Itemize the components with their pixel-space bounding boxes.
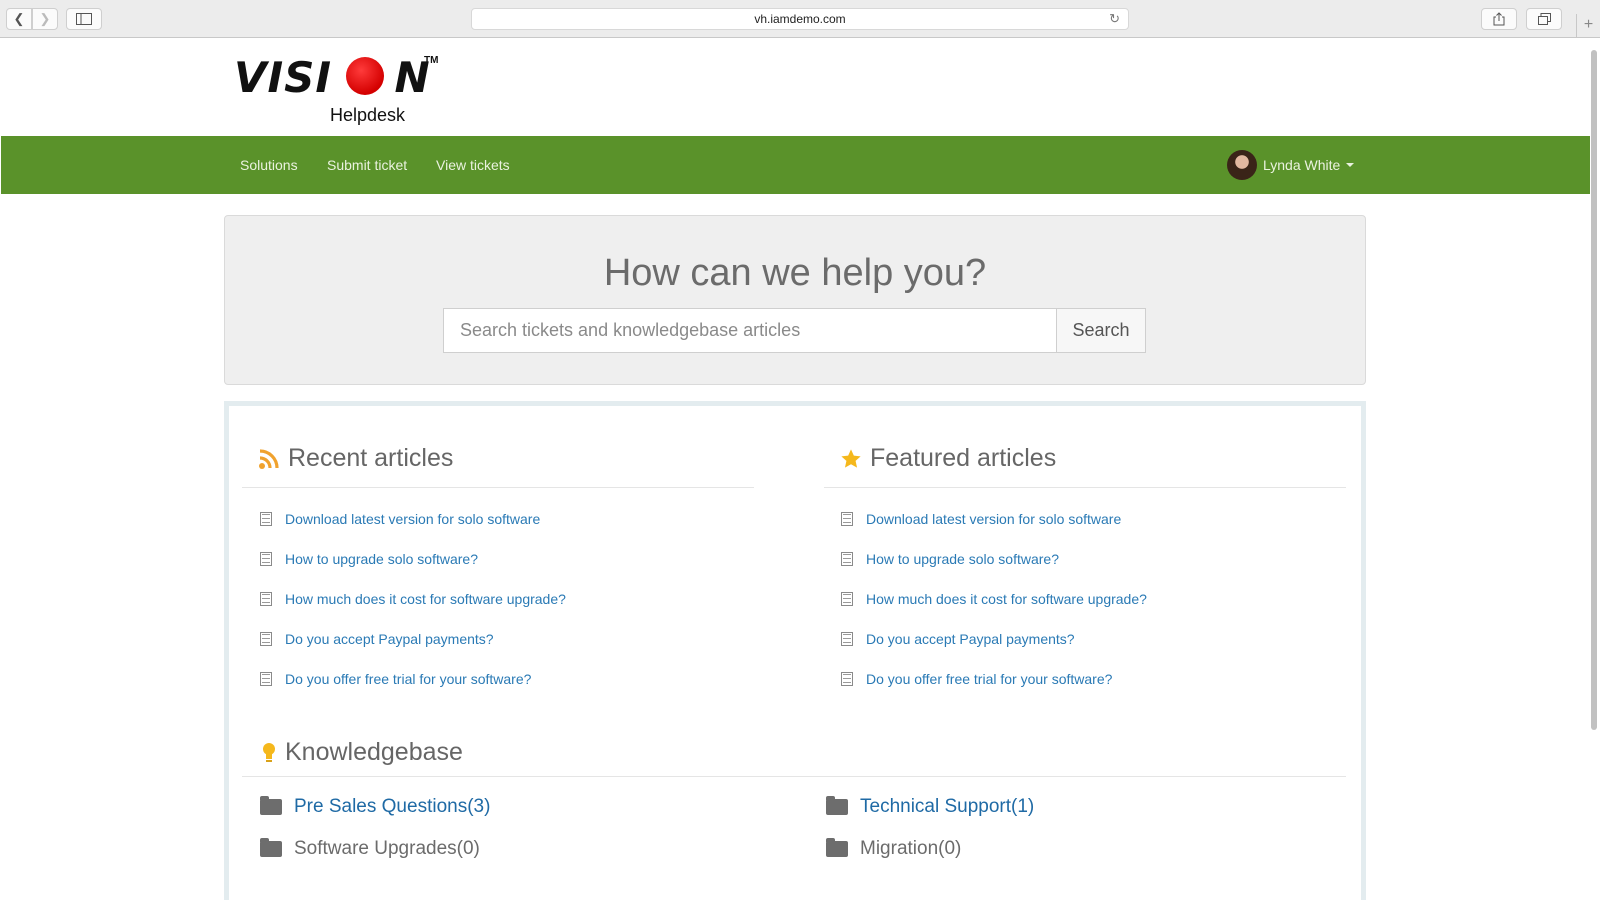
avatar: [1227, 150, 1257, 180]
document-icon: [260, 592, 272, 606]
kb-category-software-upgrades[interactable]: Software Upgrades(0): [260, 838, 480, 860]
logo-red-dot: [346, 57, 384, 95]
kb-category-label[interactable]: Technical Support(1): [860, 796, 1034, 818]
kb-category-label[interactable]: Pre Sales Questions(3): [294, 796, 490, 818]
recent-article-link[interactable]: How to upgrade solo software?: [285, 551, 478, 567]
nav-view-tickets[interactable]: View tickets: [436, 136, 510, 194]
kb-category-technical-support[interactable]: Technical Support(1): [826, 796, 1034, 818]
recent-article-link[interactable]: Do you offer free trial for your softwar…: [285, 671, 531, 687]
knowledgebase-heading: Knowledgebase: [261, 738, 463, 767]
search-button[interactable]: Search: [1056, 308, 1146, 353]
user-name: Lynda White: [1263, 157, 1341, 173]
kb-category-pre-sales[interactable]: Pre Sales Questions(3): [260, 796, 490, 818]
browser-toolbar: ❮ ❯ vh.iamdemo.com ↻ +: [0, 0, 1600, 38]
chevron-left-icon: ❮: [13, 11, 25, 26]
folder-icon: [260, 838, 282, 857]
sidebar-toggle-button[interactable]: [66, 8, 102, 30]
back-button[interactable]: ❮: [6, 8, 32, 30]
featured-divider: [824, 487, 1346, 488]
rss-icon: [259, 448, 279, 469]
share-button[interactable]: [1481, 8, 1517, 30]
document-icon: [260, 632, 272, 646]
tab-overview-button[interactable]: [1526, 8, 1562, 30]
recent-article-link[interactable]: Do you accept Paypal payments?: [285, 631, 494, 647]
featured-article-link[interactable]: Do you accept Paypal payments?: [866, 631, 1075, 647]
document-icon: [841, 672, 853, 686]
document-icon: [260, 552, 272, 566]
logo-trademark: TM: [424, 55, 439, 66]
user-menu[interactable]: Lynda White: [1227, 148, 1355, 182]
tabs-icon: [1537, 13, 1551, 25]
star-icon: [841, 448, 861, 468]
knowledgebase-title: Knowledgebase: [285, 738, 463, 766]
page: VISI N TM Helpdesk Solutions Submit tick…: [0, 39, 1590, 900]
content-panel: Recent articles Download latest version …: [224, 401, 1366, 900]
nav-solutions[interactable]: Solutions: [240, 136, 298, 194]
recent-article-link[interactable]: How much does it cost for software upgra…: [285, 591, 566, 607]
sidebar-icon: [76, 13, 92, 25]
nav-submit-ticket[interactable]: Submit ticket: [327, 136, 407, 194]
logo-word: VISI N: [234, 53, 431, 102]
recent-divider: [242, 487, 754, 488]
folder-icon: [826, 838, 848, 857]
recent-articles-list: Download latest version for solo softwar…: [260, 499, 760, 699]
reload-icon[interactable]: ↻: [1109, 9, 1120, 29]
recent-article-link[interactable]: Download latest version for solo softwar…: [285, 511, 540, 527]
hero-title: How can we help you?: [603, 252, 987, 294]
featured-article-item[interactable]: Do you accept Paypal payments?: [841, 619, 1341, 659]
folder-icon: [260, 796, 282, 815]
recent-article-item[interactable]: Do you offer free trial for your softwar…: [260, 659, 760, 699]
featured-article-item[interactable]: Do you offer free trial for your softwar…: [841, 659, 1341, 699]
kb-category-label[interactable]: Migration(0): [860, 838, 961, 860]
kb-category-migration[interactable]: Migration(0): [826, 838, 961, 860]
document-icon: [841, 552, 853, 566]
recent-article-item[interactable]: How much does it cost for software upgra…: [260, 579, 760, 619]
recent-article-item[interactable]: Do you accept Paypal payments?: [260, 619, 760, 659]
chevron-right-icon: ❯: [39, 11, 51, 26]
plus-icon: +: [1583, 16, 1594, 33]
recent-article-item[interactable]: How to upgrade solo software?: [260, 539, 760, 579]
share-icon: [1493, 12, 1505, 26]
featured-articles-heading: Featured articles: [840, 444, 1056, 473]
featured-article-link[interactable]: How much does it cost for software upgra…: [866, 591, 1147, 607]
document-icon: [260, 512, 272, 526]
recent-articles-heading: Recent articles: [258, 444, 453, 473]
featured-article-link[interactable]: How to upgrade solo software?: [866, 551, 1059, 567]
caret-down-icon: [1346, 163, 1355, 167]
logo-subtitle: Helpdesk: [330, 105, 406, 125]
featured-article-item[interactable]: How to upgrade solo software?: [841, 539, 1341, 579]
main-navbar: Solutions Submit ticket View tickets Lyn…: [1, 136, 1590, 194]
knowledgebase-divider: [242, 776, 1346, 777]
folder-icon: [826, 796, 848, 815]
featured-article-item[interactable]: Download latest version for solo softwar…: [841, 499, 1341, 539]
featured-article-link[interactable]: Download latest version for solo softwar…: [866, 511, 1121, 527]
vision-logo[interactable]: VISI N TM Helpdesk: [234, 53, 444, 125]
lightbulb-icon: [263, 742, 275, 762]
featured-article-link[interactable]: Do you offer free trial for your softwar…: [866, 671, 1112, 687]
featured-article-item[interactable]: How much does it cost for software upgra…: [841, 579, 1341, 619]
search-input[interactable]: [443, 308, 1057, 353]
document-icon: [841, 592, 853, 606]
kb-category-label[interactable]: Software Upgrades(0): [294, 838, 480, 860]
featured-articles-title: Featured articles: [870, 444, 1057, 472]
page-scrollbar[interactable]: [1591, 50, 1597, 730]
recent-article-item[interactable]: Download latest version for solo softwar…: [260, 499, 760, 539]
document-icon: [841, 512, 853, 526]
new-tab-button[interactable]: +: [1576, 14, 1600, 38]
document-icon: [841, 632, 853, 646]
forward-button[interactable]: ❯: [32, 8, 58, 30]
address-bar[interactable]: vh.iamdemo.com ↻: [471, 8, 1129, 30]
document-icon: [260, 672, 272, 686]
featured-articles-list: Download latest version for solo softwar…: [841, 499, 1341, 699]
search-hero: How can we help you? Search: [224, 215, 1366, 385]
recent-articles-title: Recent articles: [288, 444, 454, 472]
url-text: vh.iamdemo.com: [754, 12, 846, 26]
